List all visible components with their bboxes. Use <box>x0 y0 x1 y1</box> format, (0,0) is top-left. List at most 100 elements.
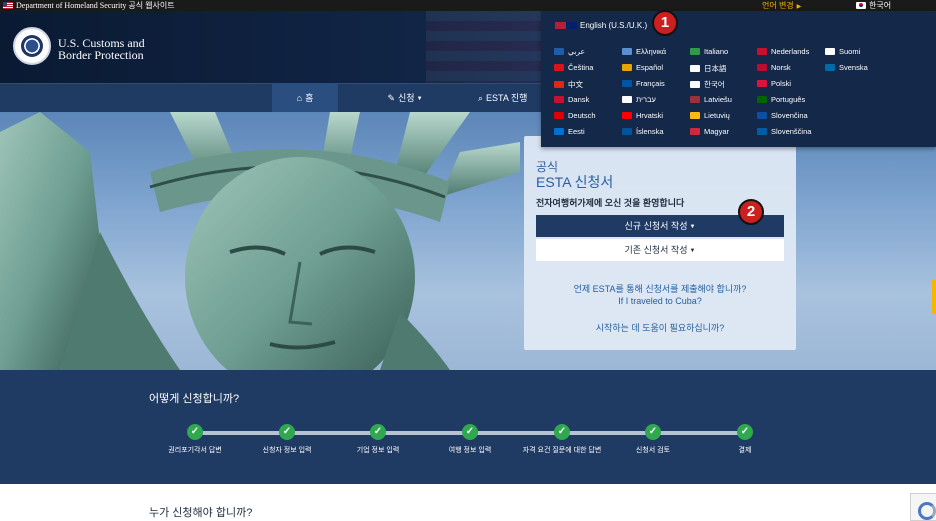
language-option-label: Español <box>636 63 664 72</box>
language-dropdown-menu: English (U.S./U.K.) عربي Ελληνικά Italiano… <box>541 11 936 147</box>
language-option[interactable]: 中文 <box>554 79 583 90</box>
pencil-icon: ✎ <box>387 93 396 103</box>
language-option[interactable]: Português <box>757 95 805 104</box>
arrow-right-icon: ▶ <box>796 4 802 10</box>
language-option-label: Slovenščina <box>771 127 812 136</box>
language-option[interactable]: 한국어 <box>690 79 725 90</box>
progress-step-label: 자격 요건 질문에 대한 답변 <box>522 447 602 454</box>
feedback-tab[interactable] <box>932 280 936 314</box>
korea-flag-icon <box>856 2 866 9</box>
language-option[interactable]: Français <box>622 79 665 88</box>
nav-apply-label: 신청 <box>398 93 415 103</box>
existing-application-label: 기존 신청서 작성 <box>624 245 688 255</box>
flag-icon <box>622 80 632 87</box>
us-uk-flag-icon <box>555 22 577 29</box>
dhs-official-text: Department of Homeland Security 공식 웹사이트 <box>16 1 175 10</box>
flag-icon <box>622 112 632 119</box>
who-should-apply-title: 누가 신청해야 합니까? <box>149 507 253 519</box>
flag-icon <box>690 128 700 135</box>
language-option[interactable]: Ελληνικά <box>622 47 666 56</box>
language-option[interactable]: Norsk <box>757 63 791 72</box>
chevron-down-icon: ▼ <box>416 96 423 102</box>
language-option[interactable]: Nederlands <box>757 47 809 56</box>
checkmark-icon: ✓ <box>737 424 753 440</box>
checkmark-icon: ✓ <box>645 424 661 440</box>
language-option[interactable]: עברית <box>622 95 656 104</box>
language-option[interactable]: Slovenščina <box>757 127 811 136</box>
language-option-english[interactable]: English (U.S./U.K.) <box>555 21 647 30</box>
language-option[interactable]: Latviešu <box>690 95 732 104</box>
language-option-label: Dansk <box>568 95 590 104</box>
esta-application-card: 공식 ESTA 신청서 전자여행허가제에 오신 것을 환영합니다 신규 신청서 … <box>524 136 796 350</box>
checkmark-icon: ✓ <box>187 424 203 440</box>
flag-icon <box>757 48 767 55</box>
nav-apply[interactable]: ✎ 신청 ▼ <box>370 84 440 113</box>
language-option-label: Português <box>771 95 806 104</box>
language-option[interactable]: Deutsch <box>554 111 596 120</box>
language-option[interactable]: Suomi <box>825 47 860 56</box>
flag-icon <box>622 128 632 135</box>
recaptcha-badge-icon[interactable] <box>910 493 936 521</box>
existing-application-button[interactable]: 기존 신청서 작성 ▼ <box>536 239 784 261</box>
language-option-label: 한국어 <box>704 80 725 89</box>
language-option[interactable]: Magyar <box>690 127 729 136</box>
flag-icon <box>757 128 767 135</box>
language-option[interactable]: Eesti <box>554 127 585 136</box>
flag-icon <box>757 96 767 103</box>
language-option[interactable]: عربي <box>554 47 585 56</box>
language-option[interactable]: Español <box>622 63 663 72</box>
language-option[interactable]: Hrvatski <box>622 111 663 120</box>
progress-step-label: 결제 <box>738 447 752 454</box>
flag-icon <box>690 112 700 119</box>
flag-icon <box>622 64 632 71</box>
language-option[interactable]: Lietuvių <box>690 111 730 120</box>
progress-step-label: 기업 정보 입력 <box>356 447 400 454</box>
language-change-label: 언어 변경 <box>762 1 794 10</box>
search-icon: ⌕ <box>478 93 484 103</box>
language-option[interactable]: Dansk <box>554 95 589 104</box>
nav-esta-label: ESTA 진행 <box>486 93 528 103</box>
get-help-link[interactable]: 시작하는 데 도움이 필요하십니까? <box>524 321 796 334</box>
current-language[interactable]: 한국어 <box>856 0 891 11</box>
language-option-label: Polski <box>771 79 792 88</box>
language-option[interactable]: Čeština <box>554 63 593 72</box>
language-option-label: Magyar <box>704 127 730 136</box>
language-option-label: Hrvatski <box>636 111 664 120</box>
language-option[interactable]: Íslenska <box>622 127 664 136</box>
nav-home-label: 홈 <box>305 93 314 103</box>
top-bar: Department of Homeland Security 공식 웹사이트 … <box>0 0 936 11</box>
checkmark-icon: ✓ <box>370 424 386 440</box>
language-option-label: Čeština <box>568 63 594 72</box>
progress-step-label: 신청서 검토 <box>635 447 671 454</box>
flag-icon <box>825 64 835 71</box>
cuba-travel-link[interactable]: If I traveled to Cuba? <box>524 296 796 306</box>
cbp-seal-logo[interactable] <box>13 27 51 65</box>
language-option[interactable]: Slovenčina <box>757 111 808 120</box>
language-option[interactable]: Svenska <box>825 63 868 72</box>
language-option-label: Slovenčina <box>771 111 808 120</box>
language-option[interactable]: Polski <box>757 79 791 88</box>
language-option-label: Íslenska <box>636 127 664 136</box>
current-language-label: 한국어 <box>869 1 892 10</box>
flag-icon <box>554 81 564 88</box>
language-option-label: Ελληνικά <box>636 47 667 56</box>
brand-line-2: Border Protection <box>58 48 144 62</box>
language-option[interactable]: 日本語 <box>690 63 727 74</box>
flag-icon <box>622 96 632 103</box>
brand-name[interactable]: U.S. Customs and Border Protection <box>58 37 145 61</box>
checkmark-icon: ✓ <box>279 424 295 440</box>
language-option-label: Italiano <box>704 47 729 56</box>
progress-step-label: 신청자 정보 입력 <box>262 447 312 454</box>
checkmark-icon: ✓ <box>554 424 570 440</box>
new-application-label: 신규 신청서 작성 <box>624 221 688 231</box>
flag-icon <box>757 80 767 87</box>
language-option-label: Français <box>636 79 665 88</box>
when-to-apply-link[interactable]: 언제 ESTA를 통해 신청서를 제출해야 합니까? <box>524 282 796 295</box>
language-option[interactable]: Italiano <box>690 47 728 56</box>
nav-home[interactable]: ⌂ 홈 <box>272 84 338 113</box>
nav-esta-status[interactable]: ⌕ ESTA 진행 <box>478 84 548 113</box>
language-option-label: Deutsch <box>568 111 596 120</box>
language-option-label: Eesti <box>568 127 585 136</box>
card-welcome-text: 전자여행허가제에 오신 것을 환영합니다 <box>536 198 685 208</box>
hero-banner: 공식 ESTA 신청서 전자여행허가제에 오신 것을 환영합니다 신규 신청서 … <box>0 112 936 370</box>
